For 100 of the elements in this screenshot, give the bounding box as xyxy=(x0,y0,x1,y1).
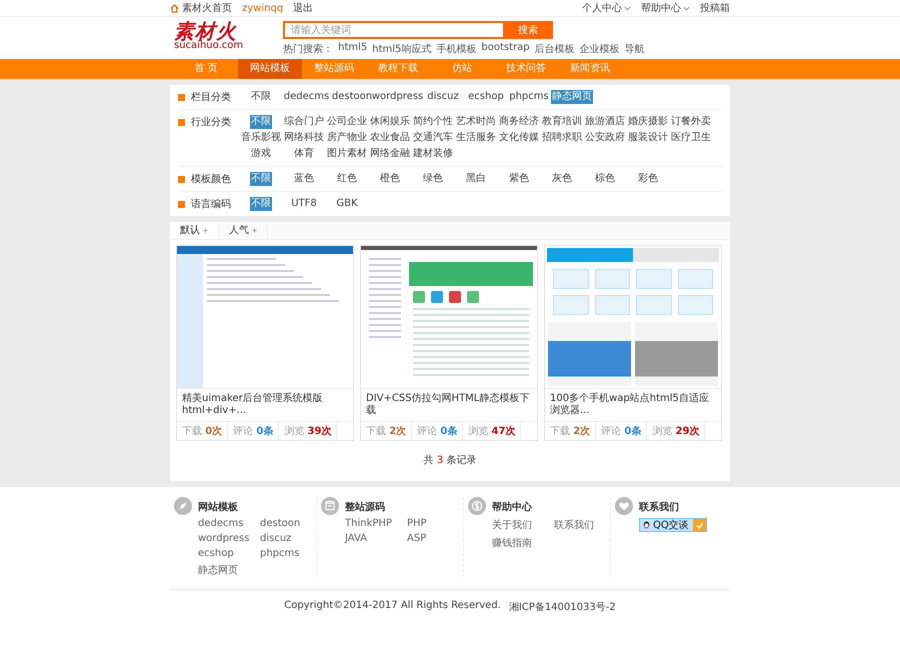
filter-option[interactable]: 游戏 xyxy=(250,147,272,161)
filter-option[interactable]: 黑白 xyxy=(465,172,487,186)
filter-option[interactable]: 招聘求职 xyxy=(541,131,583,145)
stat-text: 评论 0条 xyxy=(596,422,648,440)
top-link[interactable]: 素材火首页 xyxy=(182,1,232,15)
filter-option[interactable]: discuz xyxy=(426,90,460,104)
top-menu-link[interactable]: 个人中心 xyxy=(582,1,631,15)
footer-link[interactable]: ASP xyxy=(407,533,463,544)
filter-option[interactable]: 不限 xyxy=(250,172,272,186)
filter-option[interactable]: 不限 xyxy=(250,197,272,211)
sort-tab[interactable]: 默认 xyxy=(170,222,219,239)
hot-search-link[interactable]: 手机模板 xyxy=(436,42,476,56)
copyright-text: Copyright©2014-2017 All Rights Reserved. xyxy=(284,600,501,613)
filter-option[interactable]: 网络科技 xyxy=(283,131,325,145)
hot-search-link[interactable]: 后台模板 xyxy=(534,42,575,56)
hot-search-link[interactable]: 企业模板 xyxy=(580,42,620,56)
filter-option[interactable]: 医疗卫生 xyxy=(670,131,712,145)
hot-search-link[interactable]: html5 xyxy=(338,42,368,56)
footer-link[interactable]: destoon xyxy=(260,518,316,529)
filter-option[interactable]: 橙色 xyxy=(379,172,401,186)
footer-link[interactable]: wordpress xyxy=(198,533,260,544)
template-card[interactable]: DIV+CSS仿拉勾网HTML静态模板下载 下载 2次 评论 0条 浏览 47次 xyxy=(360,245,538,441)
filter-option[interactable]: 房产物业 xyxy=(326,131,368,145)
stat-text: 下载 2次 xyxy=(361,422,412,440)
caret-icon xyxy=(683,6,690,10)
hot-search-label: 热门搜索： xyxy=(283,42,334,56)
filter-option[interactable]: 交通汽车 xyxy=(412,131,454,145)
footer-link[interactable]: 静态网页 xyxy=(198,563,260,577)
filter-option[interactable]: 图片素材 xyxy=(326,147,368,161)
filter-option[interactable]: 教育培训 xyxy=(541,115,583,129)
footer-link[interactable]: PHP xyxy=(407,518,463,529)
filter-option[interactable]: 公安政府 xyxy=(584,131,626,145)
sort-tab[interactable]: 人气 xyxy=(219,222,268,239)
filter-option[interactable]: 文化传媒 xyxy=(498,131,540,145)
icp-link[interactable]: 湘ICP备14001033号-2 xyxy=(508,600,616,614)
filter-option[interactable]: 棕色 xyxy=(594,172,616,186)
footer-link[interactable]: ThinkPHP xyxy=(345,518,407,529)
filter-option[interactable]: phpcms xyxy=(508,90,550,104)
filter-option[interactable]: 体育 xyxy=(293,147,315,161)
filter-option[interactable]: 不限 xyxy=(250,90,272,104)
filter-option[interactable]: 红色 xyxy=(336,172,358,186)
filter-option[interactable]: 综合门户 xyxy=(283,115,325,129)
footer-link[interactable]: dedecms xyxy=(198,518,260,529)
stat-text: 下载 2次 xyxy=(545,422,596,440)
nav-tab[interactable]: 网站模板 xyxy=(238,59,302,79)
filter-option[interactable]: 艺术时尚 xyxy=(455,115,497,129)
site-logo[interactable]: 素材火 sucaihuo.com xyxy=(170,21,244,51)
filter-option[interactable]: 公司企业 xyxy=(326,115,368,129)
footer-link[interactable]: phpcms xyxy=(260,548,316,559)
template-title[interactable]: 精美uimaker后台管理系统模版html+div+... xyxy=(177,389,353,421)
footer-link[interactable]: 关于我们 xyxy=(492,518,554,532)
filter-option[interactable]: 音乐影视 xyxy=(240,131,282,145)
footer-heading: 联系我们 xyxy=(639,500,680,514)
filter-option[interactable]: 绿色 xyxy=(422,172,444,186)
footer-link[interactable]: ecshop xyxy=(198,548,260,559)
footer-link[interactable]: JAVA xyxy=(345,533,407,544)
filter-option[interactable]: ecshop xyxy=(467,90,505,104)
filter-option[interactable]: 灰色 xyxy=(551,172,573,186)
filter-option[interactable]: 不限 xyxy=(250,115,272,129)
filter-label: 栏目分类 xyxy=(191,90,231,104)
filter-option[interactable]: 商务经济 xyxy=(498,115,540,129)
filter-option[interactable]: 订餐外卖 xyxy=(670,115,712,129)
filter-option[interactable]: GBK xyxy=(335,197,359,211)
filter-option[interactable]: 简约个性 xyxy=(412,115,454,129)
template-title[interactable]: DIV+CSS仿拉勾网HTML静态模板下载 xyxy=(361,389,537,421)
footer-link[interactable]: discuz xyxy=(260,533,316,544)
top-menu-link[interactable]: 投稿箱 xyxy=(700,1,730,15)
footer-link[interactable]: 联系我们 xyxy=(554,518,610,532)
filter-option[interactable]: 农业食品 xyxy=(369,131,411,145)
template-card[interactable]: 精美uimaker后台管理系统模版html+div+... 下载 0次 评论 0条 浏览 39次 xyxy=(176,245,354,441)
top-link[interactable]: 退出 xyxy=(293,1,314,15)
plus-icon xyxy=(203,228,208,233)
top-menu-link[interactable]: 帮助中心 xyxy=(641,1,690,15)
template-card[interactable]: 100多个手机wap站点html5自适应浏览器... 下载 2次 评论 0条 浏览 29次 xyxy=(544,245,722,441)
hot-search-link[interactable]: html5响应式 xyxy=(372,42,432,56)
filter-option[interactable]: destoon xyxy=(330,90,374,104)
filter-option[interactable]: 网络金融 xyxy=(369,147,411,161)
filter-option[interactable]: 静态网页 xyxy=(551,90,593,104)
footer-link[interactable]: 赚钱指南 xyxy=(492,536,554,550)
filter-option[interactable]: 蓝色 xyxy=(293,172,315,186)
filter-option[interactable]: wordpress xyxy=(370,90,424,104)
filter-option[interactable]: 紫色 xyxy=(508,172,530,186)
filter-option[interactable]: 旅游酒店 xyxy=(584,115,626,129)
filter-option[interactable]: 休闲娱乐 xyxy=(369,115,411,129)
filter-option[interactable]: 彩色 xyxy=(637,172,659,186)
square-bullet-icon xyxy=(178,176,185,182)
filter-option[interactable]: 服装设计 xyxy=(627,131,669,145)
template-title[interactable]: 100多个手机wap站点html5自适应浏览器... xyxy=(545,389,721,421)
filter-option[interactable]: dedecms xyxy=(282,90,330,104)
search-field[interactable]: 请输入关键词 xyxy=(283,21,504,39)
filter-option[interactable]: 建材装修 xyxy=(412,147,454,161)
filter-option[interactable]: 生活服务 xyxy=(455,131,497,145)
check-icon xyxy=(692,519,706,531)
hot-search-link[interactable]: bootstrap xyxy=(481,42,530,56)
coin-icon xyxy=(468,497,486,515)
plus-icon xyxy=(252,228,257,233)
qq-chat-button[interactable]: QQ交谈 xyxy=(639,518,707,532)
filter-option[interactable]: UTF8 xyxy=(290,197,318,211)
filter-option[interactable]: 婚庆摄影 xyxy=(627,115,669,129)
hot-search-link[interactable]: 导航 xyxy=(624,42,645,56)
